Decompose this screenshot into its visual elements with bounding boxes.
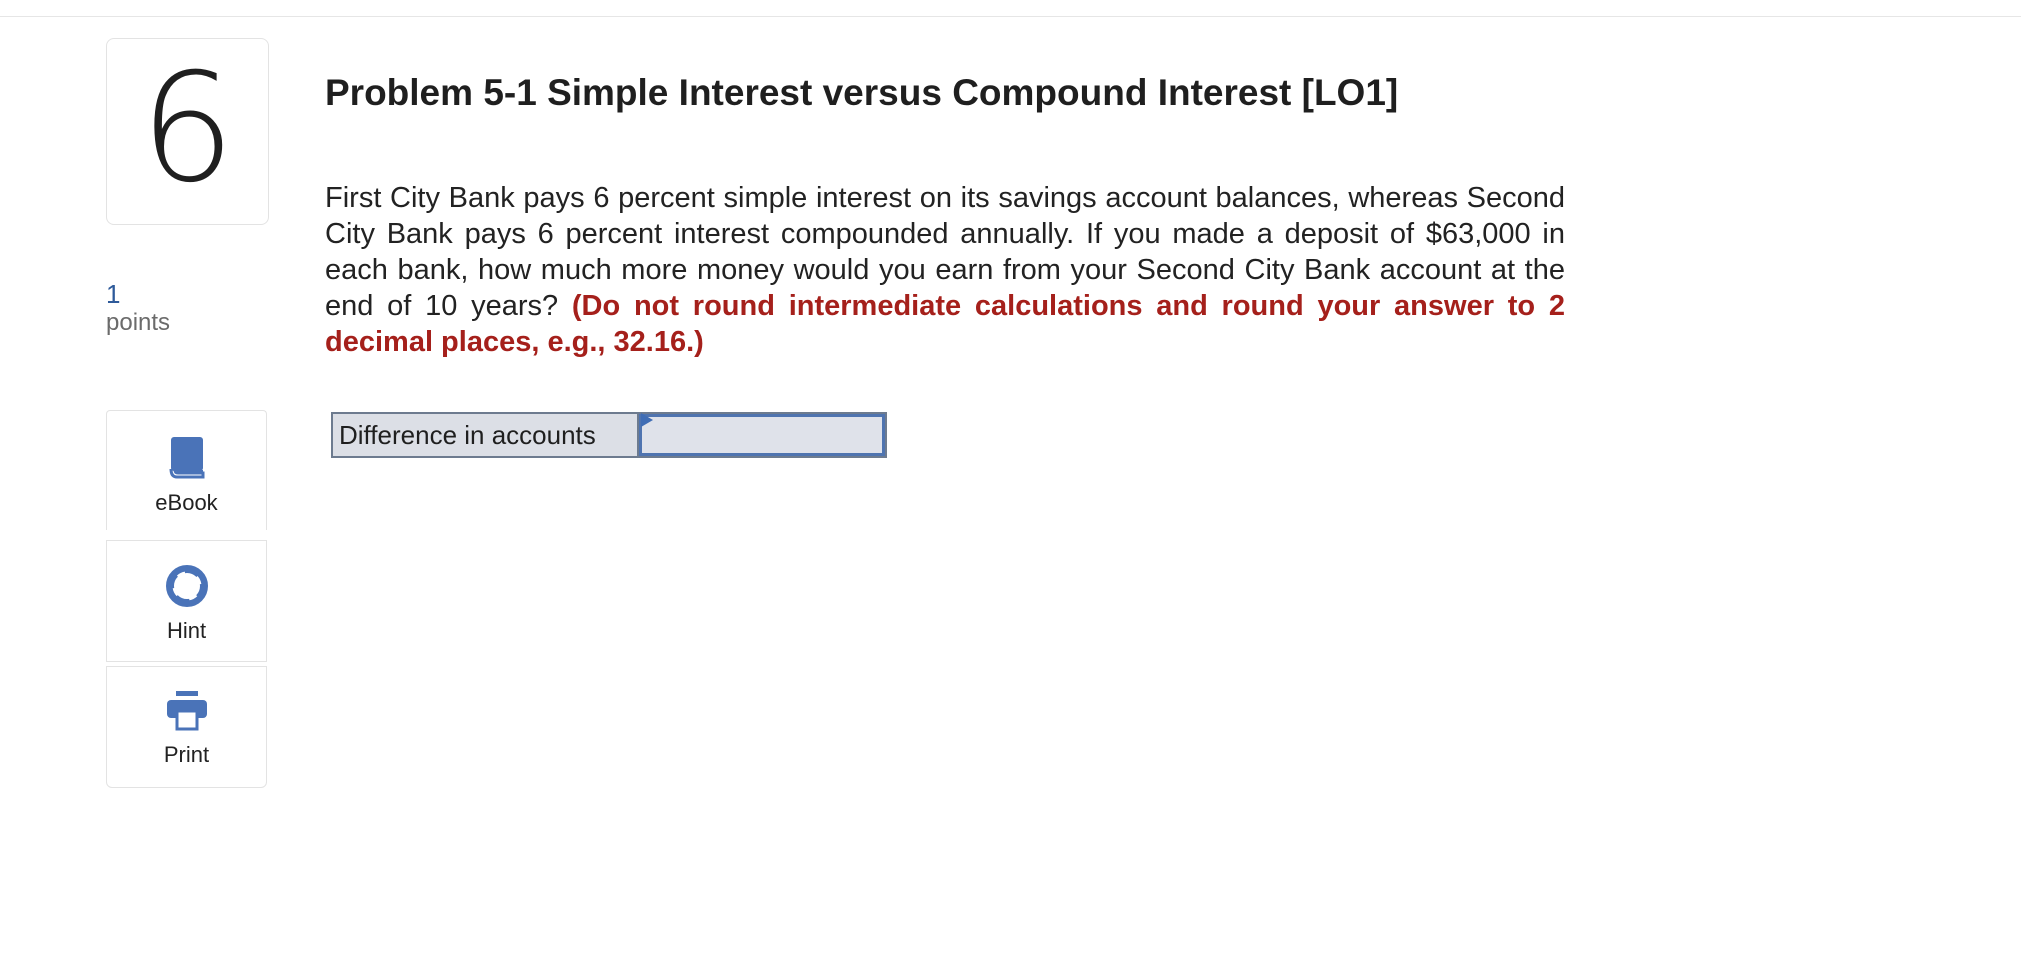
points-value: 1	[106, 279, 121, 309]
book-icon	[168, 435, 206, 484]
ebook-button[interactable]: eBook	[106, 410, 267, 530]
points-block: 1 points	[106, 280, 170, 338]
question-text: First City Bank pays 6 percent simple in…	[325, 180, 1565, 360]
printer-icon	[165, 691, 209, 736]
hint-button[interactable]: Hint	[106, 540, 267, 662]
print-label: Print	[163, 742, 210, 767]
cell-flag-icon	[641, 413, 653, 427]
answer-label: Difference in accounts	[333, 414, 639, 456]
answer-cell	[639, 413, 885, 456]
hint-label: Hint	[166, 618, 207, 643]
lifebuoy-icon	[165, 565, 208, 612]
print-button[interactable]: Print	[106, 666, 267, 788]
problem-title: Problem 5-1 Simple Interest versus Compo…	[325, 72, 1399, 113]
answer-input[interactable]	[639, 414, 885, 456]
points-label: points	[106, 309, 171, 336]
question-number: 6	[139, 41, 236, 216]
ebook-label: eBook	[155, 490, 218, 515]
top-divider	[0, 0, 2021, 17]
question-number-box: 6	[106, 38, 269, 225]
answer-table: Difference in accounts	[331, 412, 887, 458]
